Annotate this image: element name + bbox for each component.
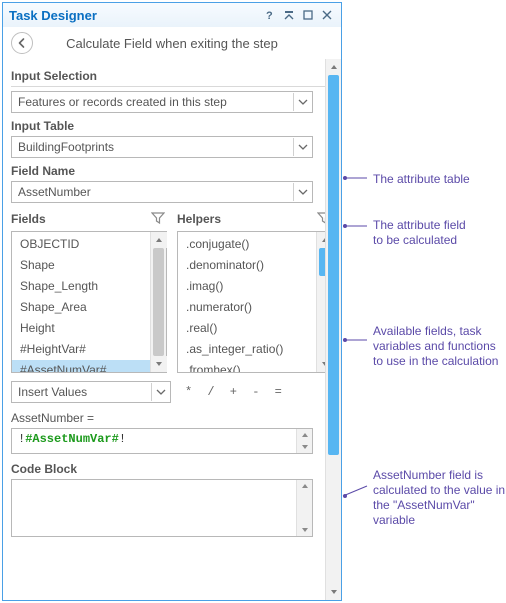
dock-button[interactable]	[281, 7, 297, 23]
helpers-column: Helpers .conjugate().denominator().imag(…	[177, 211, 333, 373]
task-designer-panel: Task Designer ? Calculate Field when exi…	[2, 2, 342, 601]
scroll-down-icon[interactable]	[151, 356, 167, 372]
divider	[11, 86, 333, 87]
list-item[interactable]: .as_integer_ratio()	[178, 339, 316, 360]
chevron-down-icon	[293, 93, 311, 111]
scroll-down-icon[interactable]	[297, 524, 313, 536]
helpers-listbox[interactable]: .conjugate().denominator().imag().numera…	[177, 231, 333, 373]
field-name-dropdown[interactable]: AssetNumber	[11, 181, 313, 203]
list-item[interactable]: .imag()	[178, 276, 316, 297]
scroll-down-icon[interactable]	[326, 584, 341, 600]
insert-values-row: Insert Values * / + - =	[11, 381, 333, 403]
page-title: Calculate Field when exiting the step	[33, 36, 333, 51]
list-item[interactable]: #AssetNumVar#	[12, 360, 150, 372]
list-item[interactable]: #HeightVar#	[12, 339, 150, 360]
input-selection-label: Input Selection	[11, 69, 333, 83]
back-button[interactable]	[11, 32, 33, 54]
scroll-up-icon[interactable]	[297, 480, 313, 492]
list-item[interactable]: Height	[12, 318, 150, 339]
list-item[interactable]: .conjugate()	[178, 234, 316, 255]
window-title: Task Designer	[9, 8, 259, 23]
input-table-value: BuildingFootprints	[18, 140, 114, 154]
field-name-value: AssetNumber	[18, 185, 91, 199]
close-button[interactable]	[319, 7, 335, 23]
insert-values-label: Insert Values	[18, 385, 87, 399]
expression-input[interactable]: !#AssetNumVar#!	[11, 428, 313, 454]
expression-text: !#AssetNumVar#!	[18, 432, 294, 446]
chevron-down-icon	[293, 183, 311, 201]
list-item[interactable]: Shape_Area	[12, 297, 150, 318]
field-name-label: Field Name	[11, 164, 333, 178]
scrollbar[interactable]	[296, 480, 312, 536]
page-header-row: Calculate Field when exiting the step	[3, 27, 341, 59]
maximize-button[interactable]	[300, 7, 316, 23]
fields-listbox[interactable]: OBJECTIDShapeShape_LengthShape_AreaHeigh…	[11, 231, 167, 373]
fields-column: Fields OBJECTIDShapeShape_LengthShape_Ar…	[11, 211, 167, 373]
help-button[interactable]: ?	[262, 7, 278, 23]
list-item[interactable]: .fromhex()	[178, 360, 316, 372]
fields-helpers-row: Fields OBJECTIDShapeShape_LengthShape_Ar…	[11, 211, 333, 373]
list-item[interactable]: Shape	[12, 255, 150, 276]
fields-header: Fields	[11, 212, 46, 226]
list-item[interactable]: OBJECTID	[12, 234, 150, 255]
list-item[interactable]: .numerator()	[178, 297, 316, 318]
scrollbar[interactable]	[296, 429, 312, 453]
code-block-label: Code Block	[11, 462, 333, 476]
svg-text:?: ?	[266, 10, 273, 21]
helpers-header: Helpers	[177, 212, 221, 226]
expression-label: AssetNumber =	[11, 411, 333, 425]
titlebar: Task Designer ?	[3, 3, 341, 27]
operator-buttons[interactable]: * / + - =	[185, 385, 286, 399]
list-item[interactable]: Shape_Length	[12, 276, 150, 297]
input-selection-value: Features or records created in this step	[18, 95, 227, 109]
scroll-up-icon[interactable]	[151, 232, 167, 248]
scroll-up-icon[interactable]	[326, 59, 341, 75]
filter-icon[interactable]	[151, 211, 167, 227]
scroll-down-icon[interactable]	[297, 441, 313, 453]
list-item[interactable]: .denominator()	[178, 255, 316, 276]
chevron-down-icon	[151, 383, 169, 401]
list-item[interactable]: .real()	[178, 318, 316, 339]
panel-scrollbar[interactable]	[325, 59, 341, 600]
content-area: Input Selection Features or records crea…	[3, 59, 341, 600]
insert-values-dropdown[interactable]: Insert Values	[11, 381, 171, 403]
scroll-up-icon[interactable]	[297, 429, 313, 441]
input-selection-dropdown[interactable]: Features or records created in this step	[11, 91, 313, 113]
input-table-label: Input Table	[11, 119, 333, 133]
scrollbar[interactable]	[150, 232, 166, 372]
code-block-input[interactable]	[11, 479, 313, 537]
input-table-dropdown[interactable]: BuildingFootprints	[11, 136, 313, 158]
chevron-down-icon	[293, 138, 311, 156]
